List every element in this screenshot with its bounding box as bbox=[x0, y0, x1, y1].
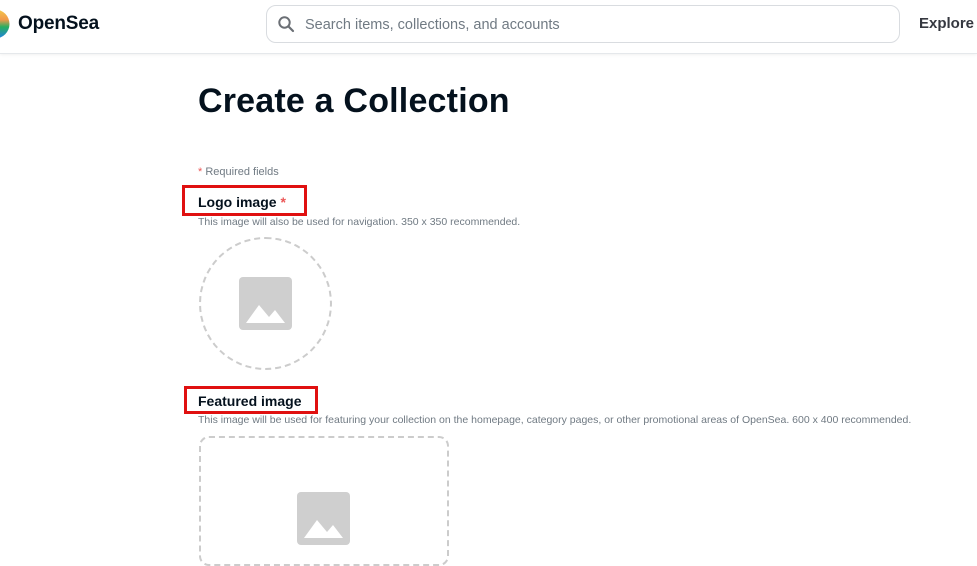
brand-name[interactable]: OpenSea bbox=[18, 13, 99, 35]
logo-image-label-text: Logo image bbox=[198, 194, 277, 210]
featured-image-help: This image will be used for featuring yo… bbox=[198, 414, 912, 426]
required-fields-text: Required fields bbox=[202, 166, 279, 178]
search-icon bbox=[278, 16, 295, 33]
opensea-logo-icon[interactable] bbox=[0, 9, 10, 39]
logo-image-label: Logo image * bbox=[198, 194, 286, 210]
logo-required-asterisk: * bbox=[280, 194, 286, 210]
nav-explore[interactable]: Explore bbox=[919, 15, 974, 32]
search-input[interactable] bbox=[303, 12, 887, 38]
featured-image-dropzone[interactable] bbox=[199, 436, 449, 566]
page-title: Create a Collection bbox=[198, 82, 510, 120]
logo-image-dropzone[interactable] bbox=[199, 237, 332, 370]
image-placeholder-icon bbox=[239, 277, 292, 330]
required-fields-note: * Required fields bbox=[198, 166, 279, 178]
featured-image-label: Featured image bbox=[198, 393, 302, 409]
top-navbar: OpenSea Explore bbox=[0, 0, 977, 54]
image-placeholder-icon bbox=[297, 492, 350, 545]
logo-image-help: This image will also be used for navigat… bbox=[198, 216, 521, 228]
search-bar[interactable] bbox=[266, 5, 900, 43]
